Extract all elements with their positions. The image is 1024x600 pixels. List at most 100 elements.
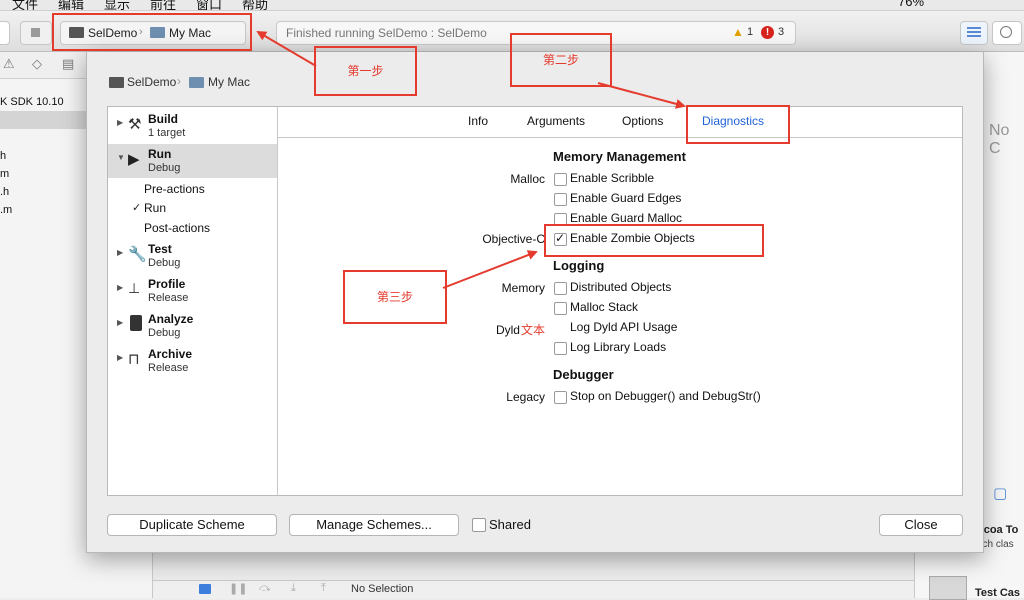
action-build[interactable]: ▶ ⚒ Build 1 target bbox=[108, 109, 278, 143]
action-name: Test bbox=[148, 242, 172, 256]
run-subaction-pre-actions[interactable]: Pre-actions bbox=[144, 182, 205, 196]
breadcrumb-target[interactable]: My Mac bbox=[208, 75, 250, 89]
gauge-icon: ⊥ bbox=[128, 280, 141, 296]
malloc-stack-label[interactable]: Malloc Stack bbox=[570, 300, 638, 314]
status-text: Finished running SelDemo : SelDemo bbox=[286, 26, 487, 40]
warning-icon[interactable]: ▲ bbox=[732, 25, 744, 39]
editor-standard-button[interactable] bbox=[960, 21, 988, 45]
nav-file-h[interactable]: h bbox=[0, 150, 6, 162]
lines-icon bbox=[967, 27, 981, 29]
legacy-label: Legacy bbox=[506, 390, 545, 404]
menu-window[interactable]: 窗口 bbox=[196, 0, 222, 10]
action-profile[interactable]: ▶ ⊥ Profile Release bbox=[108, 274, 278, 308]
menu-help[interactable]: 帮助 bbox=[242, 0, 268, 10]
enable-guard-edges-checkbox[interactable] bbox=[554, 193, 567, 206]
tab-info[interactable]: Info bbox=[468, 114, 488, 128]
debug-status-text: No Selection bbox=[351, 583, 414, 595]
action-test[interactable]: ▶ 🔧 Test Debug bbox=[108, 239, 278, 273]
log-dyld-api-label[interactable]: Log Dyld API Usage bbox=[570, 320, 677, 334]
close-button[interactable]: Close bbox=[879, 514, 963, 536]
enable-guard-edges-label[interactable]: Enable Guard Edges bbox=[570, 191, 681, 205]
tab-options[interactable]: Options bbox=[622, 114, 663, 128]
log-library-loads-checkbox[interactable] bbox=[554, 342, 567, 355]
enable-guard-malloc-label[interactable]: Enable Guard Malloc bbox=[570, 211, 682, 225]
annotation-zombie-highlight bbox=[544, 224, 764, 257]
stop-on-debugger-label[interactable]: Stop on Debugger() and DebugStr() bbox=[570, 389, 761, 403]
stop-icon bbox=[31, 28, 40, 37]
file-template-icon[interactable]: ▢ bbox=[993, 484, 1007, 502]
action-run[interactable]: ▼ ▶ Run Debug bbox=[108, 144, 278, 178]
play-icon: ▶ bbox=[128, 151, 140, 168]
distributed-objects-checkbox[interactable] bbox=[554, 282, 567, 295]
action-name: Archive bbox=[148, 347, 193, 361]
disclosure-triangle-icon[interactable]: ▶ bbox=[117, 118, 123, 127]
stop-on-debugger-checkbox[interactable] bbox=[554, 391, 567, 404]
error-icon[interactable]: ! bbox=[761, 26, 774, 39]
disclosure-triangle-icon[interactable]: ▶ bbox=[117, 248, 123, 257]
nav-file-dot-m[interactable]: .m bbox=[0, 204, 12, 216]
dyld-label-text: Dyld bbox=[495, 323, 520, 337]
annotation-step2: 第二步 bbox=[510, 33, 612, 87]
dyld-overlay-text: 文本 bbox=[520, 323, 545, 337]
checkmark-icon: ✓ bbox=[132, 202, 142, 214]
editor-assistant-button[interactable] bbox=[992, 21, 1022, 45]
disclosure-triangle-icon[interactable]: ▶ bbox=[117, 318, 123, 327]
tab-arguments[interactable]: Arguments bbox=[527, 114, 585, 128]
step-into-icon[interactable]: ⤓ bbox=[291, 582, 296, 595]
action-config: Debug bbox=[148, 257, 181, 269]
objective-c-label: Objective-C bbox=[482, 232, 545, 246]
nav-sdk-item[interactable]: K SDK 10.10 bbox=[0, 96, 64, 108]
debug-navigator-icon[interactable]: ▤ bbox=[62, 56, 74, 72]
run-subaction-post-actions[interactable]: Post-actions bbox=[144, 221, 210, 235]
step-out-icon[interactable]: ⤒ bbox=[321, 582, 326, 595]
warning-count: 1 bbox=[747, 26, 754, 38]
log-library-loads-label[interactable]: Log Library Loads bbox=[570, 340, 666, 354]
breadcrumb-project[interactable]: SelDemo bbox=[127, 75, 176, 89]
pause-icon[interactable]: ❚❚ bbox=[229, 582, 247, 595]
scheme-editor-sheet: SelDemo › My Mac ▶ ⚒ Build 1 target ▼ ▶ … bbox=[86, 52, 984, 553]
issue-navigator-icon[interactable]: ⚠ bbox=[3, 56, 15, 72]
enable-scribble-checkbox[interactable] bbox=[554, 173, 567, 186]
wrench-icon: 🔧 bbox=[128, 246, 147, 263]
menu-file[interactable]: 文件 bbox=[12, 0, 38, 10]
malloc-label: Malloc bbox=[510, 172, 545, 186]
shared-label[interactable]: Shared bbox=[489, 517, 531, 532]
enable-scribble-label[interactable]: Enable Scribble bbox=[570, 171, 654, 185]
malloc-stack-checkbox[interactable] bbox=[554, 302, 567, 315]
menu-edit[interactable]: 编辑 bbox=[58, 0, 84, 10]
run-button[interactable] bbox=[0, 21, 10, 45]
annotation-diagnostics-highlight bbox=[686, 105, 790, 144]
nav-file-dot-h[interactable]: .h bbox=[0, 186, 9, 198]
test-case-title: Test Cas bbox=[975, 587, 1021, 599]
run-subaction-run[interactable]: Run bbox=[144, 201, 166, 215]
disclosure-triangle-icon[interactable]: ▶ bbox=[117, 283, 123, 292]
distributed-objects-label[interactable]: Distributed Objects bbox=[570, 280, 671, 294]
annotation-step1: 第一步 bbox=[314, 46, 417, 96]
menu-view[interactable]: 显示 bbox=[104, 0, 130, 10]
project-icon bbox=[109, 77, 124, 88]
scheme-actions-list: ▶ ⚒ Build 1 target ▼ ▶ Run Debug Pre-act… bbox=[107, 106, 279, 496]
error-count: 3 bbox=[778, 26, 785, 38]
duplicate-scheme-button[interactable]: Duplicate Scheme bbox=[107, 514, 277, 536]
stop-button[interactable] bbox=[20, 21, 52, 45]
action-config: 1 target bbox=[148, 127, 186, 139]
section-logging: Logging bbox=[553, 258, 605, 273]
menu-go[interactable]: 前往 bbox=[150, 0, 176, 10]
shared-checkbox[interactable] bbox=[472, 518, 486, 532]
macos-menu-bar: 文件 编辑 显示 前往 窗口 帮助 76% bbox=[0, 0, 1024, 11]
disclosure-triangle-icon[interactable]: ▶ bbox=[117, 353, 123, 362]
nav-file-m[interactable]: m bbox=[0, 168, 9, 180]
step-over-icon[interactable]: ⤼ bbox=[259, 582, 271, 595]
action-name: Run bbox=[148, 147, 172, 161]
analyze-icon bbox=[130, 315, 142, 331]
hammer-icon: ⚒ bbox=[128, 116, 142, 133]
manage-schemes-button[interactable]: Manage Schemes... bbox=[289, 514, 459, 536]
battery-percent: 76% bbox=[898, 0, 925, 9]
test-navigator-icon[interactable]: ◇ bbox=[32, 56, 42, 72]
action-archive[interactable]: ▶ ⊓ Archive Release bbox=[108, 344, 278, 378]
action-analyze[interactable]: ▶ Analyze Debug bbox=[108, 309, 278, 343]
breakpoint-icon[interactable] bbox=[199, 584, 211, 594]
annotation-scheme-highlight bbox=[52, 13, 252, 51]
action-config: Release bbox=[148, 362, 189, 374]
disclosure-triangle-open-icon[interactable]: ▼ bbox=[117, 153, 125, 162]
